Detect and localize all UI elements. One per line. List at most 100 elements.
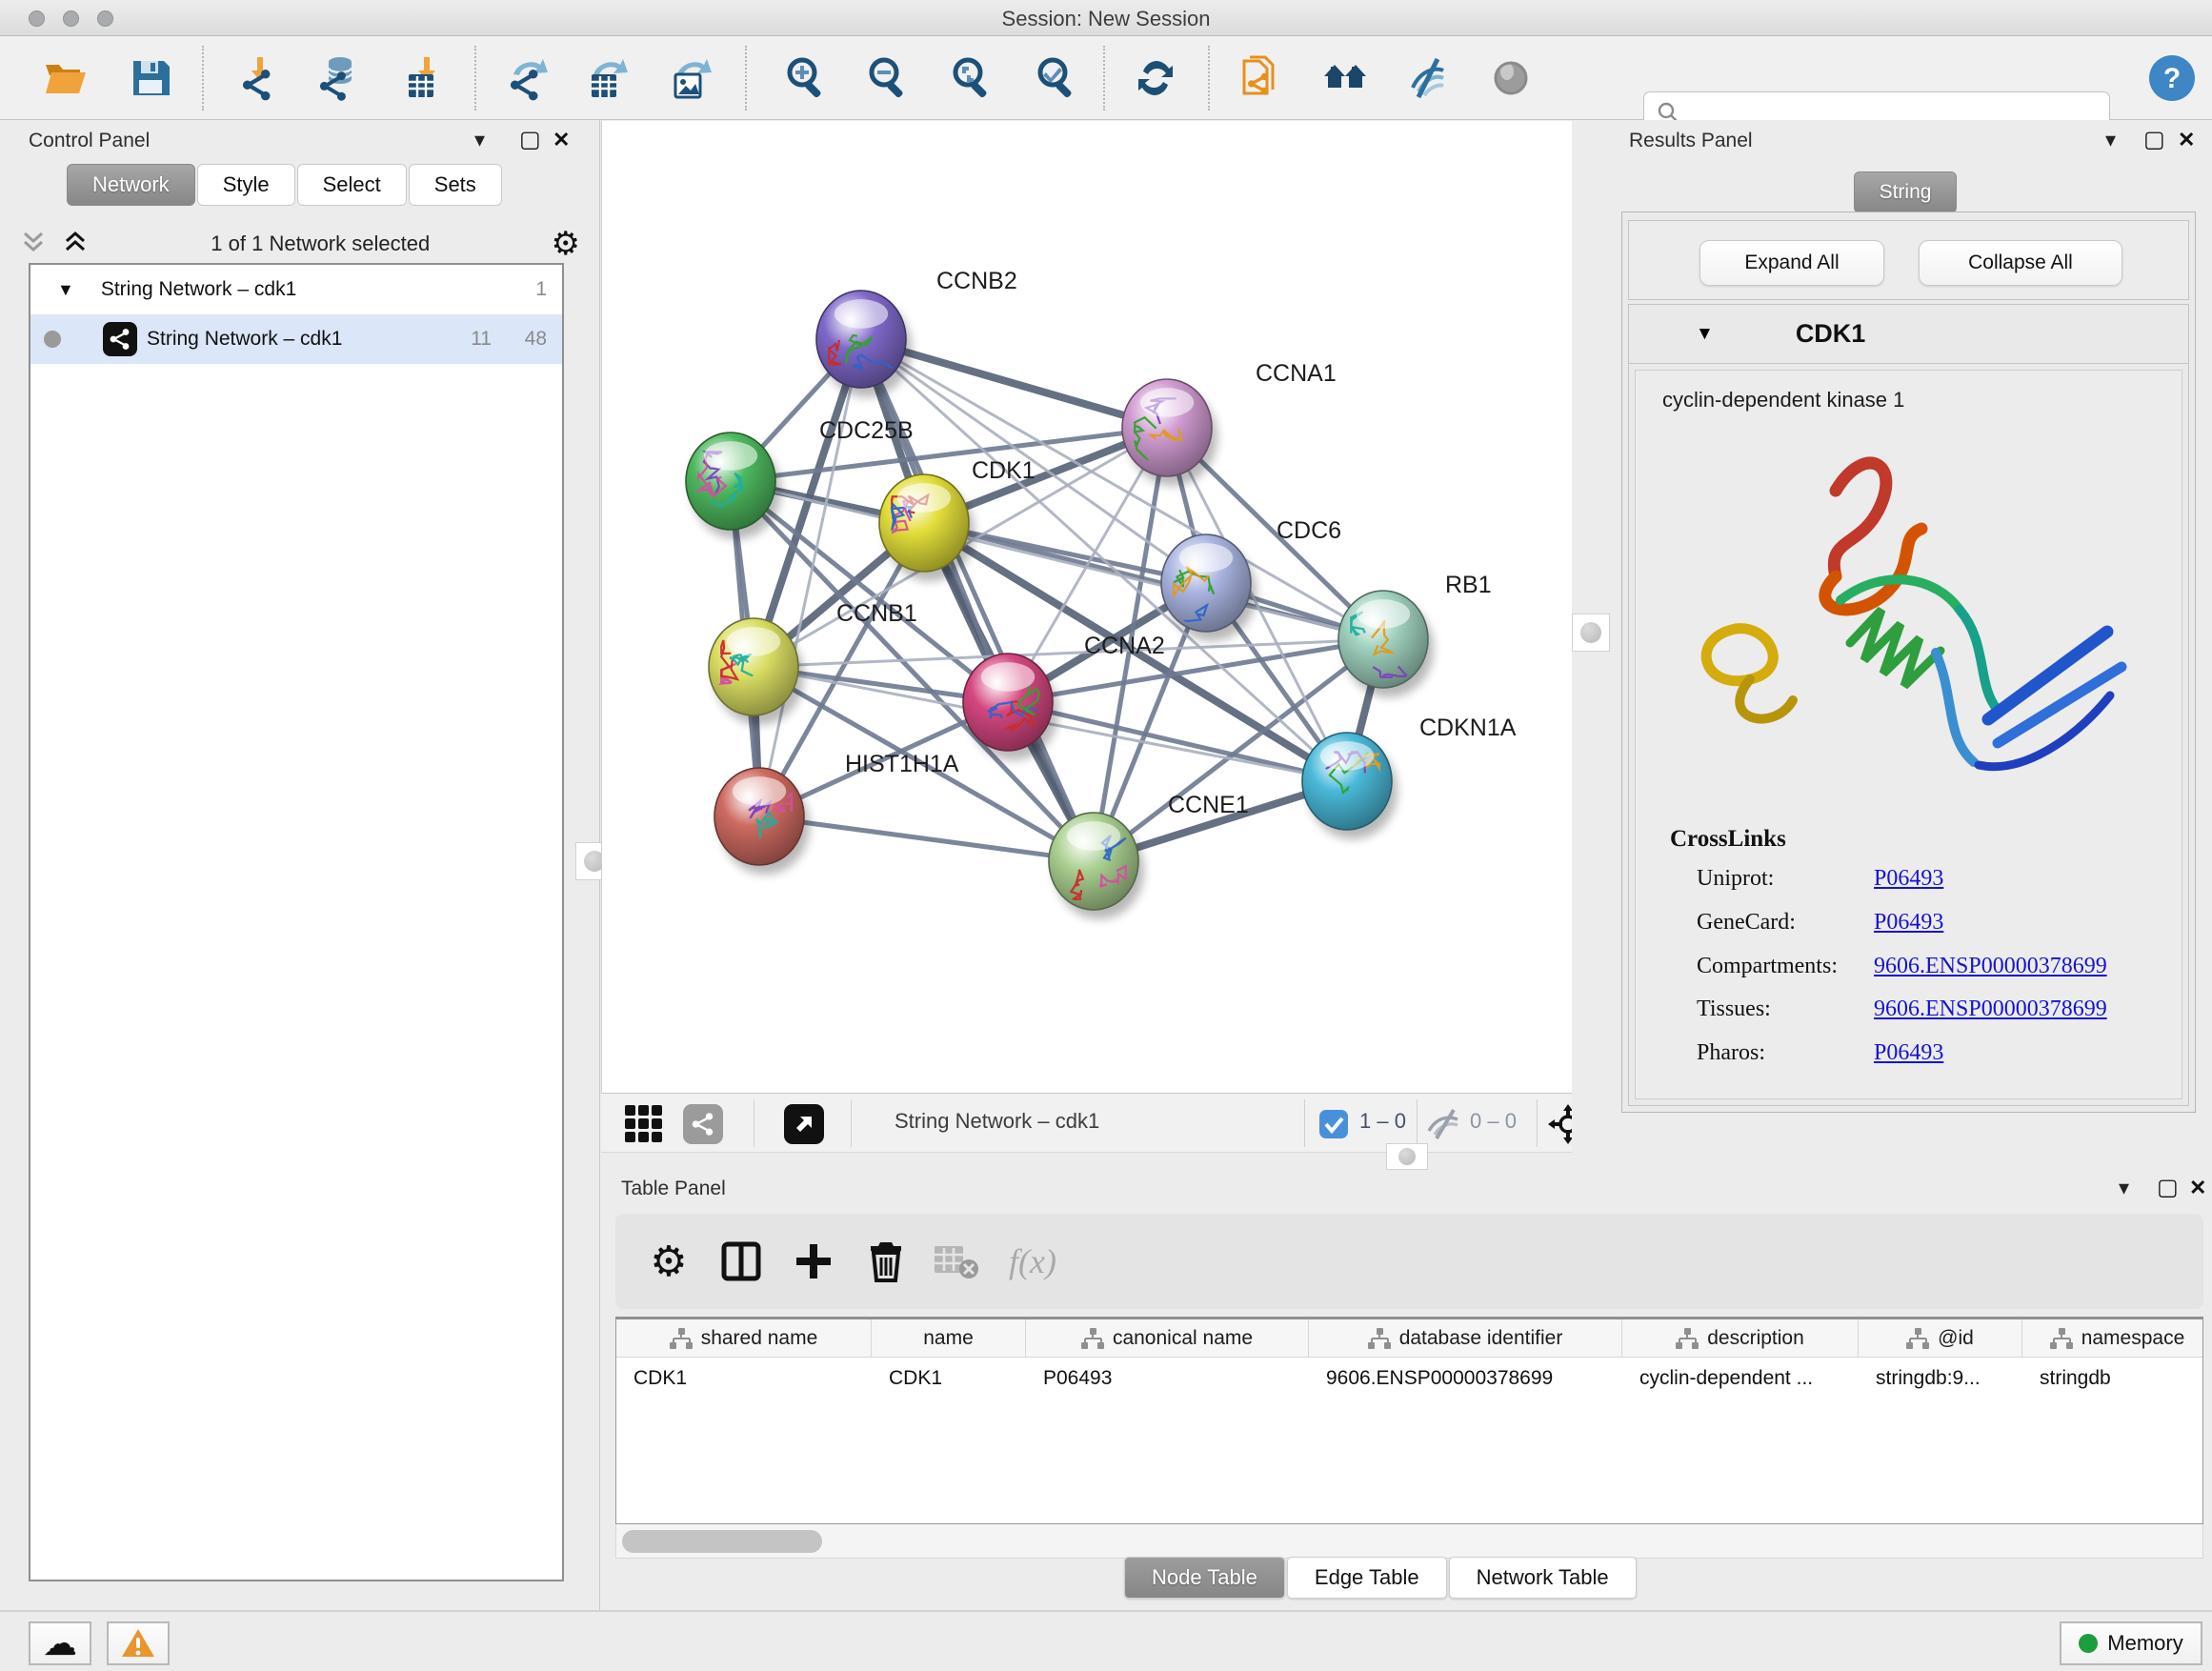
tab-node-table[interactable]: Node Table <box>1124 1557 1285 1599</box>
cloud-button[interactable]: ☁ <box>29 1621 91 1665</box>
string-view-icon[interactable] <box>681 1102 725 1146</box>
control-panel: Control Panel ▾ ▢ ✕ NetworkStyleSelectSe… <box>0 120 600 1610</box>
cytoscape-window: Session: New Session ? Control Panel ▾ ▢… <box>0 0 2212 1671</box>
network-canvas[interactable]: CCNB2CCNA1CDC25BCDK1CDC6RB1CCNB1CCNA2CDK… <box>601 121 1572 1093</box>
node-label: CDC25B <box>819 417 914 444</box>
column-header-name[interactable]: name <box>872 1319 1026 1357</box>
string-results-container: Expand All Collapse All ▼ CDK1 cyclin-de… <box>1621 211 2196 1113</box>
export-network-icon[interactable] <box>498 50 555 107</box>
panel-close-icon[interactable]: ✕ <box>2178 128 2195 152</box>
import-network-database-icon[interactable] <box>310 50 367 107</box>
panel-float-icon[interactable]: ▢ <box>519 126 541 153</box>
network-node[interactable] <box>1161 534 1251 632</box>
panel-close-icon[interactable]: ✕ <box>553 128 570 152</box>
network-options-gear-icon[interactable]: ⚙ <box>552 225 580 263</box>
network-node[interactable] <box>1049 813 1138 910</box>
hide-panel-icon[interactable] <box>1399 50 1457 107</box>
network-node[interactable] <box>963 654 1053 751</box>
tab-string[interactable]: String <box>1854 171 1957 213</box>
table-options-gear-icon[interactable]: ⚙ <box>642 1235 695 1288</box>
crosslink-label: Pharos: <box>1697 1040 1765 1066</box>
save-session-icon[interactable] <box>122 50 179 107</box>
toggle-view-icon[interactable] <box>1482 50 1539 107</box>
collapse-all-networks-icon[interactable] <box>19 228 48 261</box>
export-image-icon[interactable] <box>662 50 719 107</box>
delete-column-icon[interactable] <box>859 1235 913 1288</box>
gene-collapse-icon[interactable]: ▼ <box>1696 324 1714 345</box>
tab-sets[interactable]: Sets <box>409 164 502 206</box>
panel-menu-icon[interactable]: ▾ <box>474 128 485 152</box>
network-node[interactable] <box>714 768 804 865</box>
zoom-in-icon[interactable] <box>777 50 835 107</box>
panel-float-icon[interactable]: ▢ <box>2157 1174 2179 1201</box>
warnings-button[interactable] <box>107 1621 170 1665</box>
collection-expand-icon[interactable]: ▼ <box>57 280 74 300</box>
tab-style[interactable]: Style <box>197 164 295 206</box>
table-row[interactable]: CDK1CDK1P064939606.ENSP00000378699cyclin… <box>616 1358 2202 1399</box>
tab-edge-table[interactable]: Edge Table <box>1287 1557 1447 1599</box>
network-row[interactable]: String Network – cdk1 11 48 <box>30 314 562 364</box>
selected-checkbox-icon[interactable] <box>1317 1102 1350 1146</box>
zoom-selected-icon[interactable] <box>1028 50 1085 107</box>
toolbar-separator <box>202 46 204 111</box>
selected-counts: 1 – 0 <box>1359 1109 1406 1134</box>
network-node[interactable] <box>1302 733 1392 830</box>
network-collection-row[interactable]: ▼ String Network – cdk1 1 <box>30 265 562 314</box>
tab-select[interactable]: Select <box>297 164 407 206</box>
node-label: CDK1 <box>972 457 1036 484</box>
node-label: CDC6 <box>1277 517 1341 544</box>
panel-close-icon[interactable]: ✕ <box>2189 1176 2206 1200</box>
string-import-icon[interactable] <box>1231 50 1288 107</box>
table-hscrollbar-thumb[interactable] <box>622 1530 822 1553</box>
node-label: CCNA1 <box>1256 360 1337 387</box>
panel-float-icon[interactable]: ▢ <box>2143 126 2165 153</box>
panel-menu-icon[interactable]: ▾ <box>2105 128 2116 152</box>
open-session-icon[interactable] <box>36 50 93 107</box>
home-pages-icon[interactable] <box>1317 50 1374 107</box>
zoom-out-icon[interactable] <box>859 50 916 107</box>
import-network-file-icon[interactable] <box>231 50 288 107</box>
birds-eye-view-icon[interactable] <box>782 1102 826 1146</box>
column-header-namespace[interactable]: namespace <box>2022 1319 2203 1357</box>
delete-table-icon <box>930 1235 983 1288</box>
column-header-database-identifier[interactable]: database identifier <box>1309 1319 1622 1357</box>
tab-network-table[interactable]: Network Table <box>1449 1557 1637 1599</box>
network-node[interactable] <box>1338 591 1428 688</box>
network-node[interactable] <box>816 291 906 388</box>
import-table-icon[interactable] <box>397 50 454 107</box>
column-header--id[interactable]: @id <box>1859 1319 2022 1357</box>
network-node[interactable] <box>686 433 775 530</box>
zoom-fit-icon[interactable] <box>943 50 1000 107</box>
show-columns-icon[interactable] <box>714 1235 768 1288</box>
horizontal-splitter-handle[interactable] <box>1386 1143 1428 1170</box>
tab-network[interactable]: Network <box>67 164 195 206</box>
hidden-eye-icon <box>1422 1102 1466 1146</box>
right-splitter-handle[interactable] <box>1572 614 1610 652</box>
crosslink-link[interactable]: 9606.ENSP00000378699 <box>1874 954 2107 979</box>
network-node[interactable] <box>1122 379 1212 476</box>
column-header-canonical-name[interactable]: canonical name <box>1026 1319 1309 1357</box>
expand-all-networks-icon[interactable] <box>61 228 90 261</box>
crosslink-link[interactable]: P06493 <box>1874 910 1943 936</box>
network-node[interactable] <box>709 618 798 715</box>
show-grid-icon[interactable] <box>622 1102 666 1146</box>
column-header-shared-name[interactable]: shared name <box>616 1319 872 1357</box>
panel-menu-icon[interactable]: ▾ <box>2119 1176 2129 1200</box>
export-table-icon[interactable] <box>578 50 635 107</box>
function-builder-icon: f(x) <box>1006 1235 1059 1288</box>
network-view-title: String Network – cdk1 <box>895 1109 1099 1134</box>
crosslink-link[interactable]: P06493 <box>1874 1040 1943 1066</box>
network-node[interactable] <box>879 474 969 572</box>
add-column-icon[interactable] <box>787 1235 840 1288</box>
crosslink-link[interactable]: 9606.ENSP00000378699 <box>1874 997 2107 1022</box>
refresh-icon[interactable] <box>1127 50 1184 107</box>
collapse-all-button[interactable]: Collapse All <box>1919 240 2122 286</box>
toolbar-separator <box>1103 46 1105 111</box>
expand-all-button[interactable]: Expand All <box>1699 240 1884 286</box>
table-cell: 9606.ENSP00000378699 <box>1309 1358 1622 1399</box>
crosslink-link[interactable]: P06493 <box>1874 866 1943 892</box>
column-header-description[interactable]: description <box>1622 1319 1859 1357</box>
gene-header-row[interactable]: ▼ CDK1 <box>1629 305 2188 364</box>
help-button[interactable]: ? <box>2143 50 2201 107</box>
memory-button[interactable]: Memory <box>2060 1621 2202 1665</box>
